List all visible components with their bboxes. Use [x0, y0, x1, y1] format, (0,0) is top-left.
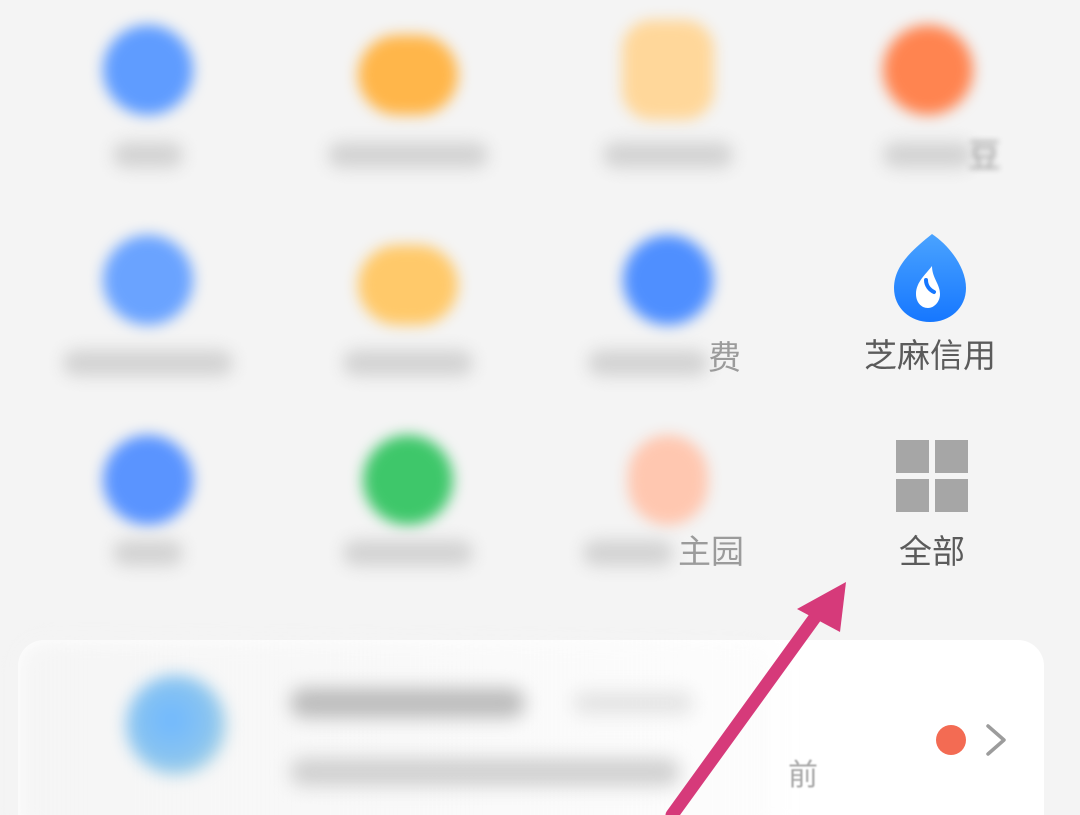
app-tile-blurred[interactable]: [308, 210, 508, 400]
notification-dot: [936, 725, 966, 755]
all-apps-label: 全部: [899, 532, 965, 571]
app-icon: [623, 235, 713, 325]
app-label-blurred: [588, 350, 708, 376]
app-label-blurred: [113, 540, 183, 566]
zhima-credit-label: 芝麻信用: [864, 336, 996, 375]
arrow-head: [797, 582, 846, 632]
card-title-blurred: [290, 688, 525, 718]
grid-icon: [896, 440, 968, 512]
app-tile-blurred[interactable]: [308, 0, 508, 190]
app-label-blurred: [603, 142, 733, 168]
app-label-blurred: [63, 350, 233, 376]
app-label-partial: 费: [708, 338, 741, 377]
app-tile-blurred[interactable]: 主园: [568, 410, 768, 600]
app-tile-blurred[interactable]: 费: [568, 210, 768, 400]
app-label-blurred: [113, 142, 183, 168]
app-label-blurred: [583, 540, 673, 566]
app-icon: [358, 245, 458, 325]
app-label-blurred: [328, 142, 488, 168]
app-icon: [103, 25, 193, 115]
app-tile-blurred[interactable]: [308, 410, 508, 600]
zhima-credit-drop-icon: [894, 234, 966, 322]
message-card[interactable]: 前: [18, 640, 1044, 815]
card-subtitle-blurred: [573, 692, 693, 714]
app-tile-blurred[interactable]: [48, 0, 248, 190]
avatar: [126, 675, 226, 775]
app-grid-screen: 豆 费 芝麻信用 主园 全部 前: [0, 0, 1080, 815]
app-icon: [358, 35, 458, 115]
chevron-right-icon[interactable]: [976, 720, 1016, 760]
card-body-blurred: [290, 758, 680, 786]
app-tile-blurred[interactable]: [48, 410, 248, 600]
app-icon: [363, 435, 453, 525]
app-tile-all[interactable]: 全部: [832, 0, 1032, 571]
app-icon: [622, 20, 714, 120]
app-label-partial: 主园: [678, 532, 744, 571]
card-time-text: 前: [788, 758, 818, 793]
app-tile-blurred[interactable]: [48, 210, 248, 400]
app-icon: [628, 435, 708, 525]
app-tile-blurred[interactable]: [568, 0, 768, 190]
app-label-blurred: [343, 350, 473, 376]
app-icon: [103, 235, 193, 325]
app-label-blurred: [343, 540, 473, 566]
app-icon: [103, 435, 193, 525]
